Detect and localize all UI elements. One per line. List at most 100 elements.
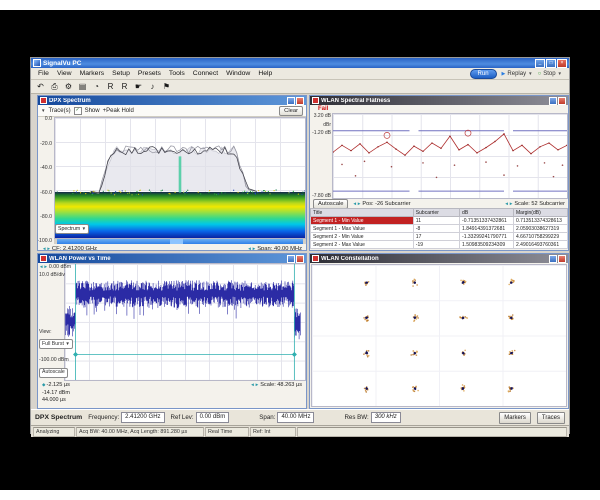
maximize-icon[interactable]: □: [546, 59, 556, 68]
adjust-arrows-icon: ◄►: [247, 246, 256, 251]
pvt-y-axis: ◄►0.00 dBm 10.0 dB/div View: Full Burst …: [38, 263, 64, 381]
table-row[interactable]: Segment 1 - Max Value-81.849143913726812…: [311, 225, 568, 233]
panel-close-icon[interactable]: [558, 97, 566, 105]
show-checkbox[interactable]: ✓: [74, 107, 82, 115]
panel-close-icon[interactable]: [558, 255, 566, 263]
menu-view[interactable]: View: [53, 70, 76, 77]
close-icon[interactable]: ×: [557, 59, 567, 68]
res-bw-field[interactable]: 300 kHz: [371, 412, 401, 423]
panel-icon: [312, 255, 319, 262]
chevron-down-icon: ▼: [558, 71, 562, 76]
span-group: Span: 40.00 MHz: [259, 412, 314, 423]
ref-level-field[interactable]: 0.00 dBm: [196, 412, 230, 423]
marker-readout[interactable]: ◆-2.125 µs: [42, 382, 70, 388]
panel-spectral-flatness: WLAN Spectral Flatness Fail 3.20 dB dBr …: [309, 95, 569, 251]
stop-button[interactable]: ○ Stop ▼: [538, 71, 562, 77]
markers-button[interactable]: Markers: [499, 412, 531, 424]
panel-close-icon[interactable]: [296, 255, 304, 263]
table-cell: 2.49016493760361: [514, 241, 568, 249]
menu-connect[interactable]: Connect: [189, 70, 222, 77]
autoscale-button[interactable]: Autoscale: [313, 199, 348, 209]
measurement-control-bar: DPX Spectrum Frequency: 2.41200 GHz Ref …: [31, 409, 569, 426]
alarm-clock-icon[interactable]: ◔: [91, 81, 102, 92]
chevron-down-icon: ▼: [528, 71, 532, 76]
dpx-display[interactable]: Spectrum ▼: [54, 117, 306, 239]
clear-button[interactable]: Clear: [279, 106, 303, 116]
adjust-arrows-icon: ◄►: [504, 201, 513, 206]
screenshot-stage: SignalVu PC _ □ × FileViewMarkersSetupPr…: [0, 0, 600, 500]
panel-icon: [312, 97, 319, 104]
adjust-arrows-icon: ◄►: [250, 382, 259, 387]
dpx-panel-header[interactable]: DPX Spectrum: [38, 96, 306, 105]
table-cell: Segment 1 - Min Value: [311, 217, 414, 225]
frequency-field[interactable]: 2.41200 GHz: [121, 412, 164, 423]
table-cell: 0.713513374328613: [514, 217, 568, 225]
cf-readout[interactable]: ◄►CF: 2.41200 GHz: [42, 246, 97, 252]
constellation-display[interactable]: [311, 264, 567, 407]
ref-level-group: Ref Lev: 0.00 dBm: [171, 412, 230, 423]
settings-gear-icon[interactable]: ⚙: [63, 81, 74, 92]
panel-dpx-spectrum: DPX Spectrum ▼ Trace(s) ✓ Show +Peak Hol…: [37, 95, 307, 251]
menu-markers[interactable]: Markers: [76, 70, 109, 77]
dpx-y-tick: -20.0: [40, 141, 52, 147]
flatness-panel-header[interactable]: WLAN Spectral Flatness: [310, 96, 568, 105]
scale-readout[interactable]: ◄►Scale: 48.263 µs: [250, 382, 302, 388]
menu-presets[interactable]: Presets: [134, 70, 165, 77]
menu-setup[interactable]: Setup: [108, 70, 134, 77]
panel-restore-icon[interactable]: [287, 97, 295, 105]
dpx-y-tick: -60.0: [40, 190, 52, 196]
menu-help[interactable]: Help: [254, 70, 276, 77]
traces-button[interactable]: Traces: [537, 412, 565, 424]
span-readout[interactable]: ◄►Span: 40.00 MHz: [247, 246, 302, 252]
pvt-panel-header[interactable]: WLAN Power vs Time: [38, 254, 306, 263]
panel-icon: [40, 97, 47, 104]
panel-icon: [40, 255, 47, 262]
table-row[interactable]: Segment 2 - Min Value17-1.33299241790771…: [311, 233, 568, 241]
panel-close-icon[interactable]: [296, 97, 304, 105]
dpx-horizontal-scrollbar[interactable]: [54, 239, 306, 244]
menu-window[interactable]: Window: [222, 70, 254, 77]
scale-readout[interactable]: ◄►Scale: 52 Subcarrier: [504, 201, 565, 207]
span-field[interactable]: 40.00 MHz: [277, 412, 314, 423]
autoscale-button[interactable]: Autoscale: [39, 368, 68, 378]
shield-icon[interactable]: ▤: [77, 81, 88, 92]
measurement-name: DPX Spectrum: [35, 414, 82, 421]
replay-marker-icon[interactable]: R: [105, 81, 116, 92]
panel-restore-icon[interactable]: [287, 255, 295, 263]
table-row[interactable]: Segment 2 - Max Value-191.50983509234309…: [311, 241, 568, 249]
audio-icon[interactable]: ♪: [147, 81, 158, 92]
flatness-chart[interactable]: [332, 113, 568, 199]
res-bw-group: Res BW: 300 kHz: [344, 412, 400, 423]
marker-diamond-icon: ◆: [42, 382, 45, 387]
flag-icon[interactable]: ⚑: [161, 81, 172, 92]
burst-power-readout: -14.17 dBm: [38, 389, 306, 396]
touch-icon[interactable]: ☛: [133, 81, 144, 92]
panel-restore-icon[interactable]: [549, 255, 557, 263]
spectrum-trace-dropdown[interactable]: Spectrum ▼: [55, 224, 89, 234]
peak-hold-selector[interactable]: +Peak Hold: [103, 108, 134, 114]
replay-button[interactable]: ▶ Replay ▼: [502, 71, 533, 77]
status-badge: Fail: [318, 106, 328, 112]
title-bar[interactable]: SignalVu PC _ □ ×: [31, 58, 569, 68]
menu-file[interactable]: File: [34, 70, 53, 77]
menu-tools[interactable]: Tools: [165, 70, 189, 77]
undo-icon[interactable]: ↶: [35, 81, 46, 92]
position-readout[interactable]: ◄►Pos: -26 Subcarrier: [352, 201, 410, 207]
chevron-down-icon: ▼: [41, 108, 45, 113]
table-header: dB: [460, 209, 514, 217]
dpx-y-axis: 0.0-20.0-40.0-60.0-80.0-100.0: [38, 117, 54, 239]
minimize-icon[interactable]: _: [535, 59, 545, 68]
pvt-chart[interactable]: [64, 263, 306, 381]
replay-all-icon[interactable]: R: [119, 81, 130, 92]
table-row[interactable]: Segment 1 - Min Value11-0.71351337432861…: [311, 217, 568, 225]
trace-selector[interactable]: Trace(s): [48, 108, 70, 114]
print-icon[interactable]: ⎙: [49, 81, 60, 92]
ref-level-readout[interactable]: ◄►0.00 dBm: [39, 264, 71, 270]
view-dropdown[interactable]: Full Burst ▼: [39, 339, 73, 349]
panel-restore-icon[interactable]: [549, 97, 557, 105]
constellation-panel-header[interactable]: WLAN Constellation: [310, 254, 568, 263]
burst-length-readout: 44.000 µs: [38, 396, 306, 403]
table-header: Title: [311, 209, 414, 217]
run-button[interactable]: Run: [470, 69, 497, 79]
app-icon: [33, 59, 41, 67]
